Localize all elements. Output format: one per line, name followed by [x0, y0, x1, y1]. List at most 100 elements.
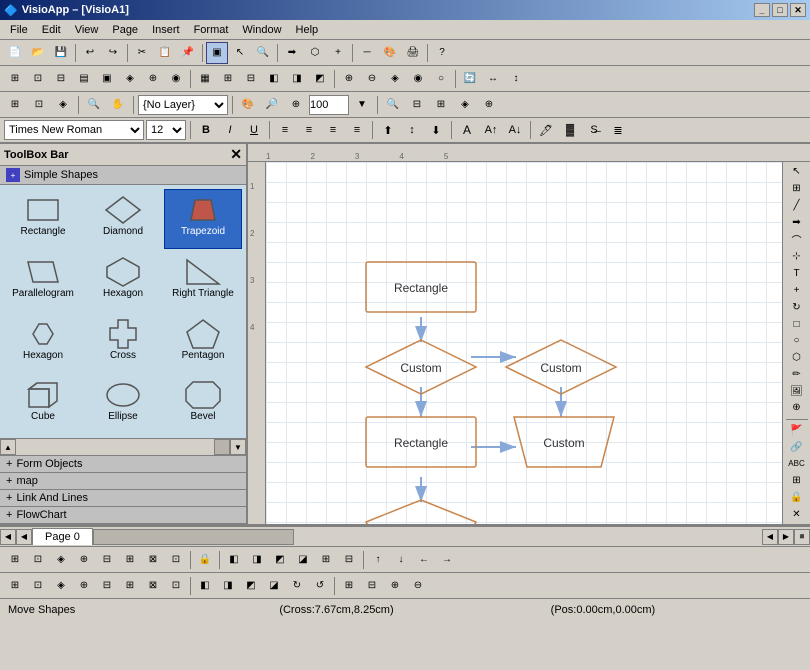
print-button[interactable]: 🖨 [402, 42, 424, 64]
tb2-btn12[interactable]: ◧ [263, 68, 285, 90]
tb3-btn12[interactable]: ⊕ [478, 94, 500, 116]
fill-button[interactable]: 🎨 [379, 42, 401, 64]
tb2-btn11[interactable]: ⊟ [240, 68, 262, 90]
page-prev-btn[interactable]: ◀ [0, 529, 16, 545]
rt-select-btn[interactable]: ⊞ [786, 181, 808, 197]
bt-btn14[interactable]: ⊞ [315, 549, 337, 571]
line-button[interactable]: ─ [356, 42, 378, 64]
tb3-btn8[interactable]: 🔍 [382, 94, 404, 116]
connector-button[interactable]: ➡ [281, 42, 303, 64]
tb2-btn1[interactable]: ⊞ [4, 68, 26, 90]
bold-button[interactable]: B [195, 119, 217, 141]
list-button[interactable]: ≣ [607, 119, 629, 141]
maximize-button[interactable]: □ [772, 3, 788, 17]
bt2-btn9[interactable]: ◧ [194, 575, 216, 597]
bt-btn12[interactable]: ◩ [269, 549, 291, 571]
toolbox-close-icon[interactable]: ✕ [230, 146, 242, 163]
tb2-btn22[interactable]: ↕ [505, 68, 527, 90]
menu-edit[interactable]: Edit [36, 22, 67, 38]
bt-btn18[interactable]: ← [413, 549, 435, 571]
rt-flag-btn[interactable]: 🚩 [786, 422, 808, 438]
bt2-btn10[interactable]: ◨ [217, 575, 239, 597]
canvas-scroll-area[interactable]: Rectangle Custom Custom Rectangle Custom [266, 162, 782, 524]
zoom-fit-button[interactable]: ⊕ [285, 94, 307, 116]
menu-format[interactable]: Format [188, 22, 235, 38]
tb2-btn2[interactable]: ⊡ [27, 68, 49, 90]
bt-btn16[interactable]: ↑ [367, 549, 389, 571]
rt-zoom-btn[interactable]: + [786, 283, 808, 299]
tb2-btn13[interactable]: ◨ [286, 68, 308, 90]
simple-shapes-header[interactable]: + Simple Shapes [0, 166, 246, 185]
new-button[interactable]: 📄 [4, 42, 26, 64]
rt-shape-btn[interactable]: □ [786, 316, 808, 332]
page-first-btn[interactable]: ◀ [16, 529, 32, 545]
flowchart-section[interactable]: + FlowChart [0, 507, 246, 524]
strikethrough-button[interactable]: S̶ [583, 119, 605, 141]
shape-trapezoid[interactable]: Trapezoid [164, 189, 242, 249]
bt2-btn11[interactable]: ◩ [240, 575, 262, 597]
menu-insert[interactable]: Insert [146, 22, 186, 38]
valign-mid-button[interactable]: ↕ [401, 119, 423, 141]
tb2-btn20[interactable]: 🔄 [459, 68, 481, 90]
menu-view[interactable]: View [69, 22, 105, 38]
align-right-button[interactable]: ≡ [322, 119, 344, 141]
tb2-btn19[interactable]: ○ [430, 68, 452, 90]
shapes-scroll-down[interactable]: ▼ [230, 439, 246, 455]
shape-hexagon2[interactable]: Hexagon [4, 313, 82, 373]
tb2-btn3[interactable]: ⊟ [50, 68, 72, 90]
tb2-btn16[interactable]: ⊖ [361, 68, 383, 90]
link-lines-section[interactable]: + Link And Lines [0, 490, 246, 507]
bt-btn9[interactable]: 🔒 [194, 549, 216, 571]
rt-x-btn[interactable]: ✕ [786, 506, 808, 522]
window-controls[interactable]: _ □ ✕ [754, 3, 806, 17]
bt-btn4[interactable]: ⊕ [73, 549, 95, 571]
rt-pencil-btn[interactable]: ✏ [786, 366, 808, 382]
shape-pentagon[interactable]: Pentagon [164, 313, 242, 373]
bt2-btn5[interactable]: ⊟ [96, 575, 118, 597]
tb2-btn15[interactable]: ⊕ [338, 68, 360, 90]
bt-btn17[interactable]: ↓ [390, 549, 412, 571]
zoom-input[interactable] [309, 95, 349, 115]
rt-stamp-btn[interactable]: ⊕ [786, 400, 808, 416]
bt-btn10[interactable]: ◧ [223, 549, 245, 571]
rt-link-btn[interactable]: 🔗 [786, 439, 808, 455]
rt-text-btn[interactable]: T [786, 266, 808, 282]
rt-image-btn[interactable]: 🖼 [786, 383, 808, 399]
zoom-out-button[interactable]: 🔎 [261, 94, 283, 116]
tb3-btn1[interactable]: ⊞ [4, 94, 26, 116]
shape-cube[interactable]: Cube [4, 374, 82, 434]
cut-button[interactable]: ✂ [131, 42, 153, 64]
bt2-btn16[interactable]: ⊟ [361, 575, 383, 597]
minimize-button[interactable]: _ [754, 3, 770, 17]
align-center-button[interactable]: ≡ [298, 119, 320, 141]
shape-ellipse[interactable]: Ellipse [84, 374, 162, 434]
font-name-select[interactable]: Times New Roman [4, 120, 144, 140]
menu-window[interactable]: Window [236, 22, 287, 38]
bt-btn2[interactable]: ⊡ [27, 549, 49, 571]
bt-btn6[interactable]: ⊞ [119, 549, 141, 571]
tb3-btn6[interactable]: 🎨 [237, 94, 259, 116]
shape-rectangle[interactable]: Rectangle [4, 189, 82, 249]
bt2-btn3[interactable]: ◈ [50, 575, 72, 597]
bt-btn5[interactable]: ⊟ [96, 549, 118, 571]
page-tab-0[interactable]: Page 0 [32, 528, 93, 545]
help-button[interactable]: ? [431, 42, 453, 64]
rt-connector-btn[interactable]: ⊹ [786, 249, 808, 265]
menu-page[interactable]: Page [106, 22, 144, 38]
tb2-btn18[interactable]: ◉ [407, 68, 429, 90]
align-left-button[interactable]: ≡ [274, 119, 296, 141]
rt-line-btn[interactable]: ╱ [786, 198, 808, 214]
bt2-btn6[interactable]: ⊞ [119, 575, 141, 597]
tb2-btn9[interactable]: ▦ [194, 68, 216, 90]
shape-button[interactable]: ⬡ [304, 42, 326, 64]
highlight-button[interactable]: 🖊 [535, 119, 557, 141]
tb3-btn11[interactable]: ◈ [454, 94, 476, 116]
bt2-btn2[interactable]: ⊡ [27, 575, 49, 597]
tb3-btn7[interactable]: ▼ [351, 94, 373, 116]
h-scroll-left[interactable]: ◀ [762, 529, 778, 545]
font-size-select[interactable]: 12 [146, 120, 186, 140]
form-objects-section[interactable]: + Form Objects [0, 456, 246, 473]
shape-right-triangle[interactable]: Right Triangle [164, 251, 242, 311]
bt2-btn4[interactable]: ⊕ [73, 575, 95, 597]
tb2-btn6[interactable]: ◈ [119, 68, 141, 90]
